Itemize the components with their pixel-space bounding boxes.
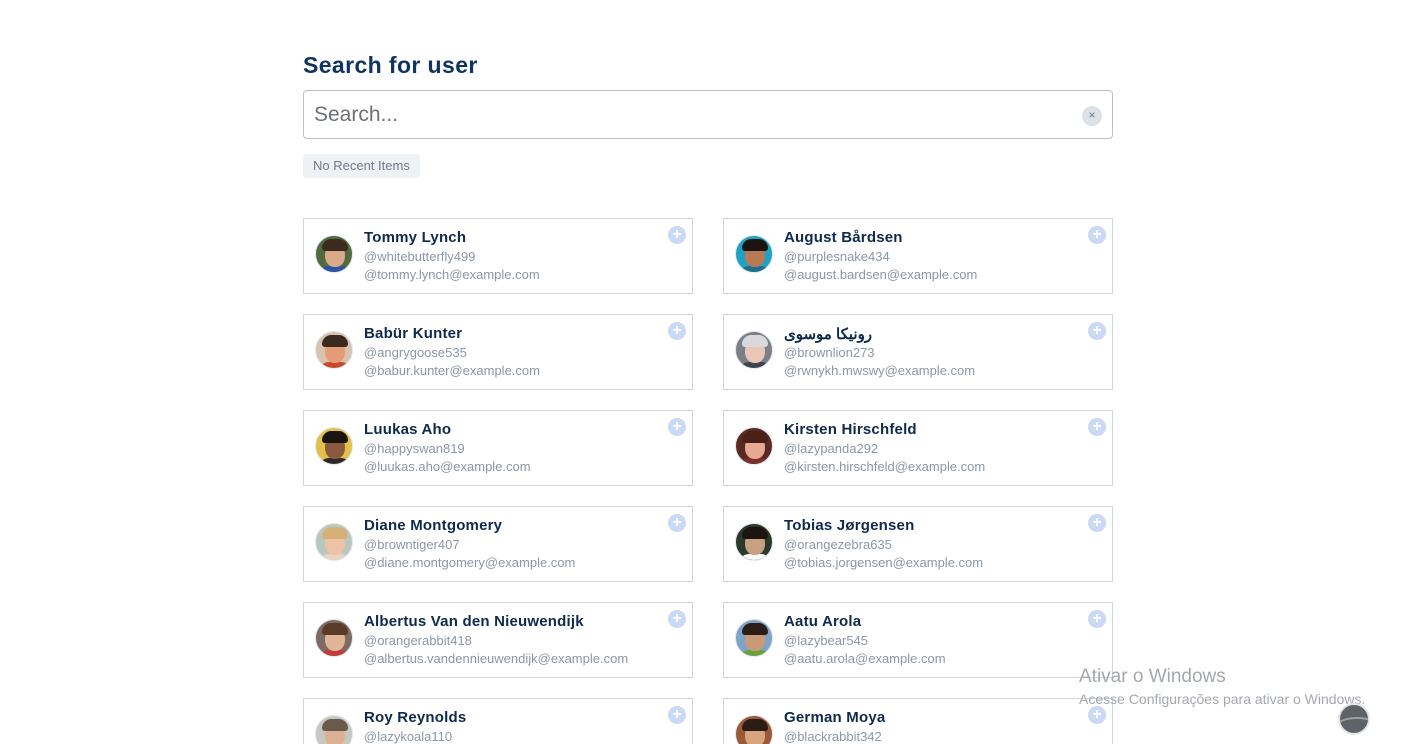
add-user-icon[interactable]: + (668, 514, 686, 532)
user-handle: @whitebutterfly499 (364, 249, 476, 264)
user-name: Albertus Van den Nieuwendijk (364, 613, 584, 630)
user-card[interactable]: Babür Kunter @angrygoose535 @babur.kunter@… (303, 314, 693, 390)
user-card[interactable]: August Bårdsen @purplesnake434 @august.bar… (723, 218, 1113, 294)
avatar (315, 523, 353, 561)
avatar (315, 619, 353, 657)
user-handle: @orangezebra635 (784, 537, 892, 552)
user-email: @tobias.jorgensen@example.com (784, 555, 984, 570)
user-email: @babur.kunter@example.com (364, 363, 540, 378)
user-email: @albertus.vandennieuwendijk@example.com (364, 651, 629, 666)
avatar (735, 715, 773, 744)
user-email: @aatu.arola@example.com (784, 651, 946, 666)
avatar (735, 619, 773, 657)
user-name: Babür Kunter (364, 325, 463, 342)
add-user-icon[interactable]: + (1088, 706, 1106, 724)
user-email: @august.bardsen@example.com (784, 267, 978, 282)
user-card[interactable]: German Moya@blackrabbit342@german.moya@e… (723, 698, 1113, 744)
user-name: Kirsten Hirschfeld (784, 421, 917, 438)
avatar (315, 715, 353, 744)
search-input[interactable] (314, 91, 1074, 138)
add-user-icon[interactable]: + (668, 418, 686, 436)
add-user-icon[interactable]: + (1088, 610, 1106, 628)
user-handle: @blackrabbit342 (784, 729, 882, 744)
avatar (315, 427, 353, 465)
page-title: Search for user (303, 52, 478, 78)
clear-icon[interactable]: × (1082, 106, 1102, 126)
user-card[interactable]: Tobias Jørgensen @orangezebra635 @tobias.j… (723, 506, 1113, 582)
add-user-icon[interactable]: + (1088, 322, 1106, 340)
user-handle: @happyswan819 (364, 441, 465, 456)
user-name: Tobias Jørgensen (784, 517, 915, 534)
add-user-icon[interactable]: + (1088, 226, 1106, 244)
user-card[interactable]: Kirsten Hirschfeld @lazypanda292 @kirsten.… (723, 410, 1113, 486)
watermark-title: Ativar o Windows (1079, 666, 1226, 687)
user-email: @rwnykh.mwswy@example.com (784, 363, 976, 378)
user-handle: @browntiger407 (364, 537, 460, 552)
user-email: @luukas.aho@example.com (364, 459, 531, 474)
user-handle: @orangerabbit418 (364, 633, 472, 648)
add-user-icon[interactable]: + (668, 226, 686, 244)
user-name: Luukas Aho (364, 421, 452, 438)
user-card[interactable]: رونیکا موسوی @brownlion273 @rwnykh.mwswy@e… (723, 314, 1113, 390)
add-user-icon[interactable]: + (668, 610, 686, 628)
user-card[interactable]: Diane Montgomery @browntiger407 @diane.mon… (303, 506, 693, 582)
user-handle: @angrygoose535 (364, 345, 467, 360)
user-card[interactable]: Aatu Arola @lazybear545 @aatu.arola@exampl… (723, 602, 1113, 678)
add-user-icon[interactable]: + (668, 322, 686, 340)
user-name: German Moya (784, 709, 886, 726)
user-handle: @purplesnake434 (784, 249, 890, 264)
user-name: Aatu Arola (784, 613, 862, 630)
avatar (735, 331, 773, 369)
user-name: Tommy Lynch (364, 229, 467, 246)
user-card[interactable]: Albertus Van den Nieuwendijk @orangerabbi… (303, 602, 693, 678)
avatar (315, 235, 353, 273)
user-handle: @lazybear545 (784, 633, 869, 648)
user-handle: @lazykoala110 (364, 729, 453, 744)
user-card[interactable]: Tommy Lynch @whitebutterfly499 @tommy.lync… (303, 218, 693, 294)
add-user-icon[interactable]: + (1088, 418, 1106, 436)
user-handle: @brownlion273 (784, 345, 875, 360)
user-email: @diane.montgomery@example.com (364, 555, 576, 570)
add-user-icon[interactable]: + (668, 706, 686, 724)
user-card[interactable]: Roy Reynolds@lazykoala110@roy.reynolds@e… (303, 698, 693, 744)
recent-items-badge: No Recent Items (303, 154, 420, 178)
avatar (735, 235, 773, 273)
user-name: August Bårdsen (784, 229, 903, 246)
avatar (735, 427, 773, 465)
avatar (315, 331, 353, 369)
search-box: × (303, 90, 1113, 139)
dribbble-icon[interactable] (1338, 703, 1370, 735)
user-name: Diane Montgomery (364, 517, 503, 534)
user-card[interactable]: Luukas Aho @happyswan819 @luukas.aho@examp… (303, 410, 693, 486)
avatar (735, 523, 773, 561)
add-user-icon[interactable]: + (1088, 514, 1106, 532)
user-email: @tommy.lynch@example.com (364, 267, 540, 282)
user-name: Roy Reynolds (364, 709, 467, 726)
user-handle: @lazypanda292 (784, 441, 879, 456)
user-name: رونیکا موسوی (784, 326, 873, 343)
watermark-subtitle: Acesse Configurações para ativar o Windo… (1079, 691, 1366, 707)
user-email: @kirsten.hirschfeld@example.com (784, 459, 986, 474)
